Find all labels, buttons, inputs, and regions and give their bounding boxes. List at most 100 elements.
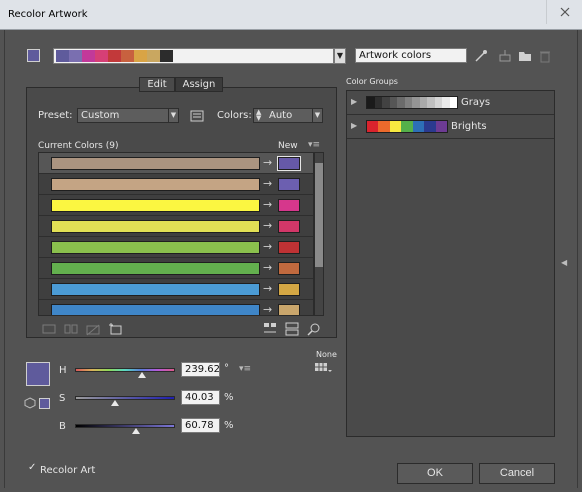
color-group-row[interactable]: ▶ Brights: [347, 115, 554, 139]
new-color-swatch[interactable]: [278, 220, 300, 233]
exclude-colors-icon[interactable]: [86, 324, 100, 339]
hue-slider-thumb[interactable]: [137, 372, 146, 378]
group-swatch: [389, 121, 402, 132]
harmony-color-bar[interactable]: [53, 48, 334, 64]
new-color-swatch[interactable]: [278, 304, 300, 315]
group-swatch: [412, 121, 425, 132]
new-color-swatch[interactable]: [278, 241, 300, 254]
current-color-bar[interactable]: [51, 199, 260, 212]
color-reduction-options-icon[interactable]: [190, 109, 204, 123]
recolor-art-label: Recolor Art: [40, 465, 96, 476]
preset-dropdown[interactable]: Custom ▼: [77, 108, 179, 123]
hue-slider[interactable]: [75, 368, 175, 372]
active-color-swatch[interactable]: [27, 49, 40, 62]
tab-assign[interactable]: Assign: [175, 77, 223, 92]
trash-icon[interactable]: [538, 49, 552, 63]
folder-icon[interactable]: [518, 49, 532, 63]
slider-options-icon[interactable]: ▾≡: [239, 364, 251, 374]
tab-edit[interactable]: Edit: [139, 77, 175, 92]
eyedropper-icon[interactable]: [474, 49, 488, 63]
group-swatch: [424, 121, 436, 132]
colors-count-value: Auto: [269, 110, 293, 121]
window-title: Recolor Artwork: [8, 9, 88, 20]
brightness-slider-thumb[interactable]: [131, 428, 140, 434]
color-swatches-icon[interactable]: [314, 362, 332, 377]
randomly-change-saturation-icon[interactable]: [285, 322, 299, 339]
harmony-swatch[interactable]: [108, 50, 121, 62]
group-swatch: [382, 97, 390, 108]
harmony-dropdown-button[interactable]: ▼: [334, 48, 346, 64]
new-row-icon[interactable]: [108, 323, 122, 338]
arrow-right-icon[interactable]: →: [263, 198, 277, 212]
color-group-name-field[interactable]: Artwork colors: [355, 48, 467, 63]
new-color-swatch[interactable]: [278, 199, 300, 212]
new-color-swatch[interactable]: [277, 156, 301, 171]
hue-value-field[interactable]: 239.62: [181, 362, 220, 377]
cancel-button[interactable]: Cancel: [479, 463, 555, 484]
new-color-swatch[interactable]: [278, 178, 300, 191]
table-options-icon[interactable]: ▾≡: [308, 140, 320, 150]
current-color-bar[interactable]: [51, 262, 260, 275]
web-safe-swatch[interactable]: [39, 398, 50, 409]
expand-triangle-icon[interactable]: ▶: [351, 121, 357, 130]
arrow-right-icon[interactable]: →: [263, 219, 277, 233]
harmony-swatch[interactable]: [82, 50, 95, 62]
color-row[interactable]: →: [39, 195, 313, 216]
arrow-right-icon[interactable]: →: [263, 282, 277, 296]
arrow-right-icon[interactable]: →: [263, 240, 277, 254]
color-row[interactable]: →: [39, 153, 313, 174]
harmony-swatch[interactable]: [160, 50, 173, 62]
expand-triangle-icon[interactable]: ▶: [351, 97, 357, 106]
hue-label: H: [59, 365, 67, 376]
new-group-icon[interactable]: [498, 49, 512, 63]
group-name-grays: Grays: [461, 97, 491, 108]
harmony-swatch[interactable]: [134, 50, 147, 62]
harmony-swatch[interactable]: [147, 50, 160, 62]
color-row[interactable]: →: [39, 279, 313, 300]
close-window-button[interactable]: [546, 0, 582, 24]
ok-button[interactable]: OK: [397, 463, 473, 484]
group-swatch: [378, 121, 390, 132]
arrow-right-icon[interactable]: →: [263, 303, 277, 315]
current-color-bar[interactable]: [51, 178, 260, 191]
current-color-bar[interactable]: [51, 304, 260, 315]
brightness-value-field[interactable]: 60.78: [181, 418, 220, 433]
rows-scrollbar-thumb[interactable]: [315, 163, 323, 267]
color-row[interactable]: →: [39, 237, 313, 258]
arrow-right-icon[interactable]: →: [263, 261, 277, 275]
harmony-swatch[interactable]: [69, 50, 82, 62]
randomly-change-order-icon[interactable]: [263, 322, 277, 339]
separate-colors-icon[interactable]: [64, 324, 78, 337]
new-color-swatch[interactable]: [278, 283, 300, 296]
current-color-bar[interactable]: [51, 283, 260, 296]
harmony-swatch[interactable]: [56, 50, 69, 62]
color-row[interactable]: →: [39, 216, 313, 237]
find-color-icon[interactable]: [307, 322, 321, 339]
color-row[interactable]: →: [39, 174, 313, 195]
arrow-right-icon[interactable]: →: [263, 156, 277, 170]
stepper-icon[interactable]: ▲ ▼: [256, 109, 261, 122]
recolor-art-checkbox[interactable]: ✓: [28, 463, 38, 473]
colors-count-field[interactable]: ▲ ▼ Auto ▼: [253, 108, 323, 123]
current-color-bar[interactable]: [51, 241, 260, 254]
color-row[interactable]: →: [39, 258, 313, 279]
group-swatch: [397, 97, 405, 108]
arrow-right-icon[interactable]: →: [263, 177, 277, 191]
harmony-swatch[interactable]: [121, 50, 134, 62]
brightness-slider[interactable]: [75, 424, 175, 428]
harmony-swatch[interactable]: [95, 50, 108, 62]
merge-colors-icon[interactable]: [42, 324, 56, 337]
color-group-storage-label: None: [316, 350, 337, 359]
color-row[interactable]: →: [39, 300, 313, 315]
saturation-value-field[interactable]: 40.03: [181, 390, 220, 405]
current-color-bar[interactable]: [51, 220, 260, 233]
saturation-slider[interactable]: [75, 396, 175, 400]
color-group-row[interactable]: ▶ Grays: [347, 91, 554, 115]
saturation-slider-thumb[interactable]: [111, 400, 120, 406]
selected-color-swatch[interactable]: [26, 362, 50, 386]
current-color-bar[interactable]: [51, 157, 260, 170]
collapse-groups-icon[interactable]: ◀: [561, 258, 567, 267]
preset-label: Preset:: [38, 110, 73, 121]
new-color-swatch[interactable]: [278, 262, 300, 275]
color-groups-header: Color Groups: [346, 77, 398, 86]
